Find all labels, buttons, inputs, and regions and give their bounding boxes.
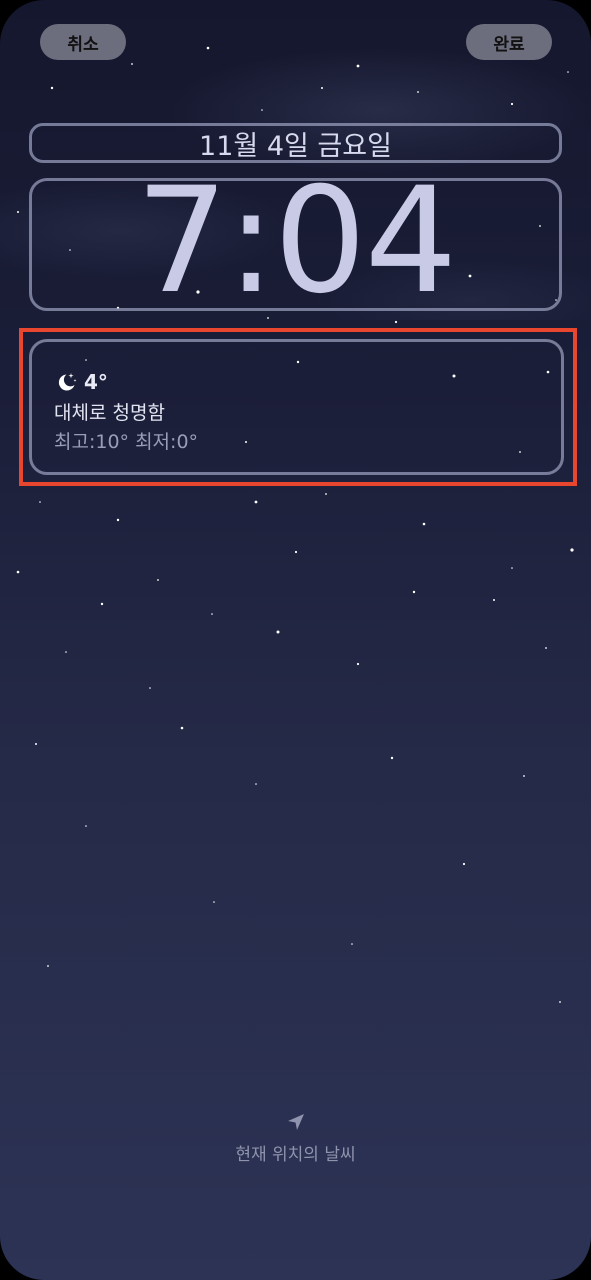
- location-arrow-icon: [287, 1114, 304, 1130]
- done-button[interactable]: 완료: [466, 24, 552, 60]
- weather-high-low: 최고:10° 최저:0°: [54, 431, 199, 453]
- lock-screen-editor: 취소 완료 11월 4일 금요일 7:04 4° 대체로 청명함 최고:10° …: [0, 0, 591, 1280]
- weather-temperature: 4°: [84, 370, 108, 394]
- location-weather-footer: 현재 위치의 날씨: [0, 1112, 591, 1165]
- weather-widget[interactable]: 4° 대체로 청명함 최고:10° 최저:0°: [29, 339, 564, 475]
- cancel-button[interactable]: 취소: [40, 24, 126, 60]
- location-weather-label: 현재 위치의 날씨: [235, 1145, 356, 1165]
- time-label: 7:04: [135, 155, 458, 326]
- weather-current-row: 4°: [54, 370, 108, 394]
- clock[interactable]: 7:04: [29, 168, 562, 314]
- moon-stars-icon: [58, 373, 77, 391]
- weather-condition: 대체로 청명함: [54, 402, 165, 424]
